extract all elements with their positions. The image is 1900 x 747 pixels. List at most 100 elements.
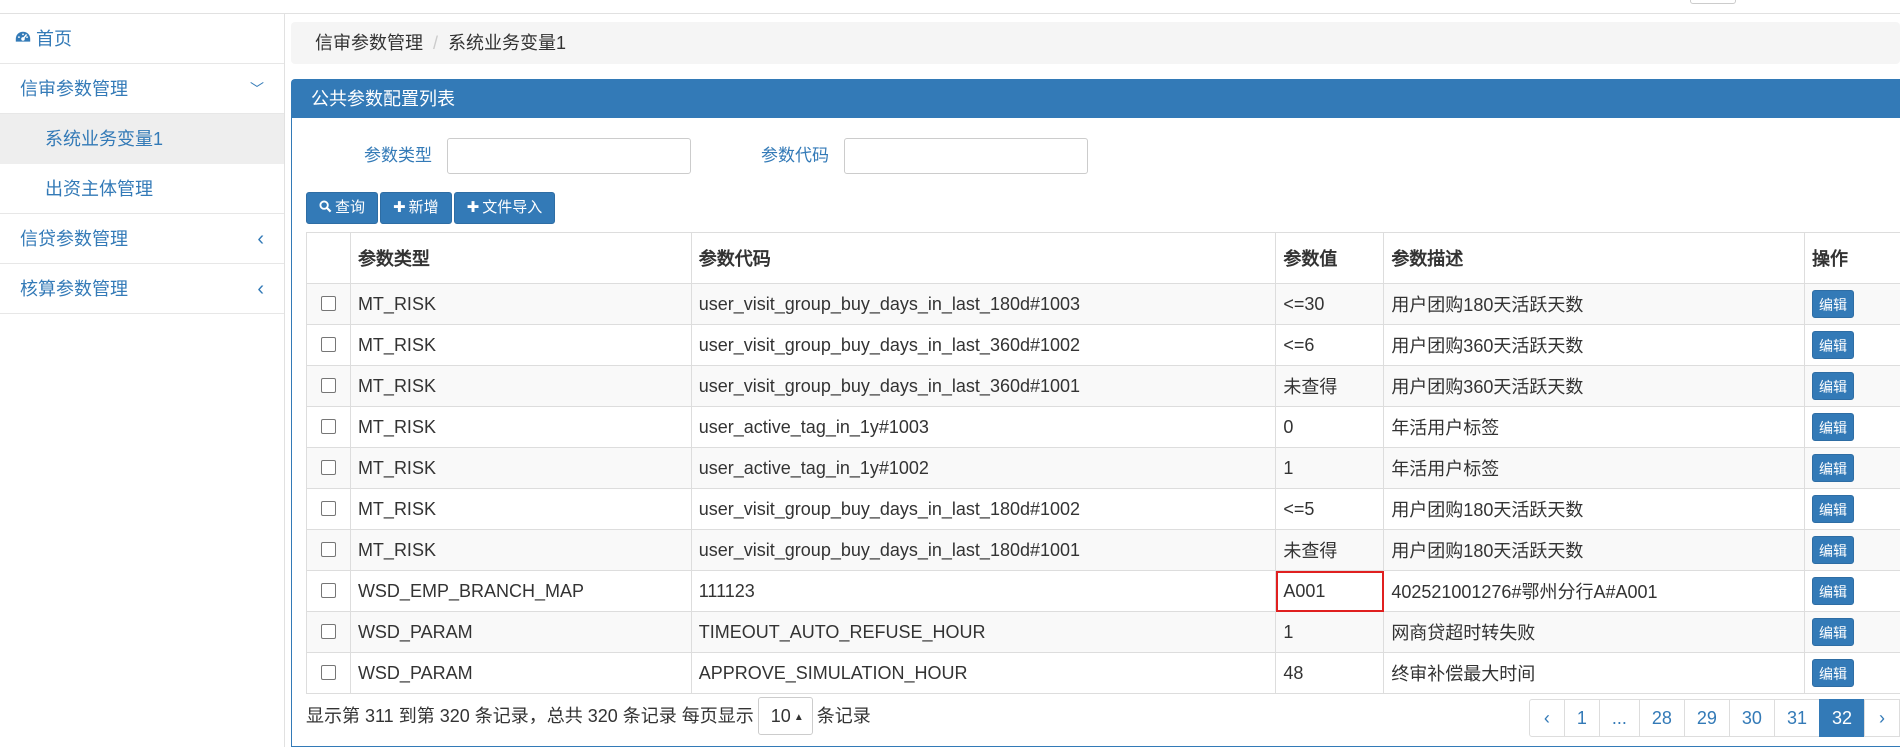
edit-button[interactable]: 编辑 xyxy=(1812,413,1855,441)
edit-button[interactable]: 编辑 xyxy=(1812,577,1855,605)
cell-param-code: TIMEOUT_AUTO_REFUSE_HOUR xyxy=(690,611,1277,653)
cell-actions: 编辑 xyxy=(1804,529,1900,571)
row-checkbox[interactable] xyxy=(320,336,336,352)
cell-param-desc: 用户团购180天活跃天数 xyxy=(1383,283,1806,325)
sidebar-item-home[interactable]: 首页 xyxy=(0,14,284,64)
pagination-page-active[interactable]: 32 xyxy=(1818,699,1865,737)
edit-button[interactable]: 编辑 xyxy=(1812,618,1855,646)
edit-button[interactable]: 编辑 xyxy=(1812,536,1855,564)
cell-param-value: <=6 xyxy=(1275,324,1385,366)
cell-param-type: MT_RISK xyxy=(349,529,692,571)
cell-actions: 编辑 xyxy=(1804,488,1900,530)
cell-param-value: 48 xyxy=(1275,652,1385,694)
cell-param-value: 0 xyxy=(1275,406,1385,448)
panel-title: 公共参数配置列表 xyxy=(292,80,1900,118)
header-checkbox-cell xyxy=(306,232,351,284)
row-checkbox[interactable] xyxy=(320,418,336,434)
query-button[interactable]: 查询 xyxy=(306,192,379,224)
row-checkbox[interactable] xyxy=(320,500,336,516)
table-row: WSD_EMP_BRANCH_MAP 111123 A001 402521001… xyxy=(306,570,1900,612)
chevron-down-icon: ﹀ xyxy=(250,81,264,97)
pagination-next[interactable]: › xyxy=(1864,699,1900,737)
sidebar-system-vars-label: 系统业务变量1 xyxy=(45,129,164,149)
plus-icon: ✚ xyxy=(466,199,480,216)
pagination-page[interactable]: 30 xyxy=(1728,699,1775,737)
cell-param-value: 未查得 xyxy=(1275,365,1385,407)
header-param-type[interactable]: 参数类型 xyxy=(349,232,692,284)
sidebar-home-label: 首页 xyxy=(36,29,72,49)
edit-button[interactable]: 编辑 xyxy=(1812,372,1855,400)
records-suffix: 条记录 xyxy=(816,706,871,726)
pagination-ellipsis: ... xyxy=(1598,699,1640,737)
cell-param-desc: 年活用户标签 xyxy=(1383,406,1806,448)
sidebar-item-loan-params[interactable]: 信贷参数管理 ‹ xyxy=(0,214,284,264)
sidebar-item-funding-entity[interactable]: 出资主体管理 xyxy=(0,164,284,214)
cell-param-type: MT_RISK xyxy=(349,447,692,489)
row-checkbox-cell xyxy=(306,447,351,489)
cell-param-value: 1 xyxy=(1275,611,1385,653)
cell-param-code: user_visit_group_buy_days_in_last_180d#1… xyxy=(690,488,1277,530)
row-checkbox[interactable] xyxy=(320,623,336,639)
row-checkbox-cell xyxy=(306,283,351,325)
sidebar-item-system-vars[interactable]: 系统业务变量1 xyxy=(0,114,284,164)
pagination-page[interactable]: 1 xyxy=(1563,699,1600,737)
page-size-value: 10 xyxy=(770,706,791,726)
sidebar-loan-params-label: 信贷参数管理 xyxy=(20,229,128,249)
param-type-input[interactable] xyxy=(447,138,691,174)
cell-param-value: 1 xyxy=(1275,447,1385,489)
sidebar-item-accounting-params[interactable]: 核算参数管理 ‹ xyxy=(0,264,284,314)
cell-actions: 编辑 xyxy=(1804,652,1900,694)
edit-button[interactable]: 编辑 xyxy=(1812,290,1855,318)
row-checkbox[interactable] xyxy=(320,377,336,393)
query-button-label: 查询 xyxy=(335,199,366,216)
row-checkbox[interactable] xyxy=(320,582,336,598)
header-actions: 操作 xyxy=(1804,232,1900,284)
param-code-label: 参数代码 xyxy=(761,146,829,165)
sidebar-accounting-params-label: 核算参数管理 xyxy=(20,279,128,299)
header-param-desc[interactable]: 参数描述 xyxy=(1383,232,1806,284)
pagination-prev[interactable]: ‹ xyxy=(1528,699,1565,737)
row-checkbox[interactable] xyxy=(320,459,336,475)
cell-actions: 编辑 xyxy=(1804,283,1900,325)
row-checkbox-cell xyxy=(306,570,351,612)
cell-param-desc: 年活用户标签 xyxy=(1383,447,1806,489)
header-param-value[interactable]: 参数值 xyxy=(1275,232,1385,284)
param-code-input[interactable] xyxy=(844,138,1088,174)
row-checkbox[interactable] xyxy=(320,664,336,680)
toolbar: 查询 ✚ 新增 ✚ 文件导入 xyxy=(306,192,557,224)
pagination-page[interactable]: 31 xyxy=(1773,699,1820,737)
breadcrumb-item-credit-review[interactable]: 信审参数管理 xyxy=(315,33,423,53)
add-button[interactable]: ✚ 新增 xyxy=(380,192,452,224)
pagination-page[interactable]: 29 xyxy=(1683,699,1730,737)
breadcrumb-item-current: 系统业务变量1 xyxy=(448,33,567,53)
row-checkbox-cell xyxy=(306,324,351,366)
edit-button[interactable]: 编辑 xyxy=(1812,331,1855,359)
page-size-select[interactable]: 10 ▲ xyxy=(757,697,813,735)
sidebar-item-credit-review[interactable]: 信审参数管理 ﹀ xyxy=(0,64,284,114)
sidebar-credit-review-label: 信审参数管理 xyxy=(20,79,128,99)
sidebar-funding-entity-label: 出资主体管理 xyxy=(45,179,153,199)
cell-param-value: 未查得 xyxy=(1275,529,1385,571)
pagination: ‹ 1 ... 28 29 30 31 32 › xyxy=(1528,699,1900,737)
edit-button[interactable]: 编辑 xyxy=(1812,454,1855,482)
row-checkbox-cell xyxy=(306,406,351,448)
breadcrumb-separator: / xyxy=(433,33,439,53)
cell-param-desc: 402521001276#鄂州分行A#A001 xyxy=(1383,570,1806,612)
edit-button[interactable]: 编辑 xyxy=(1812,495,1855,523)
table-row: MT_RISK user_visit_group_buy_days_in_las… xyxy=(306,365,1900,407)
pagination-page[interactable]: 28 xyxy=(1638,699,1685,737)
search-icon xyxy=(319,200,332,213)
row-checkbox[interactable] xyxy=(320,541,336,557)
header-param-code[interactable]: 参数代码 xyxy=(690,232,1277,284)
caret-up-icon: ▲ xyxy=(793,712,804,723)
table-header-row: 参数类型 参数代码 参数值 参数描述 操作 xyxy=(306,232,1900,284)
cell-actions: 编辑 xyxy=(1804,324,1900,366)
edit-button[interactable]: 编辑 xyxy=(1812,659,1855,687)
cell-param-code: 111123 xyxy=(690,570,1277,612)
file-import-button[interactable]: ✚ 文件导入 xyxy=(453,192,556,224)
row-checkbox-cell xyxy=(306,529,351,571)
top-bar-control[interactable] xyxy=(1690,0,1736,4)
cell-param-code: APPROVE_SIMULATION_HOUR xyxy=(690,652,1277,694)
row-checkbox-cell xyxy=(306,652,351,694)
row-checkbox[interactable] xyxy=(320,295,336,311)
